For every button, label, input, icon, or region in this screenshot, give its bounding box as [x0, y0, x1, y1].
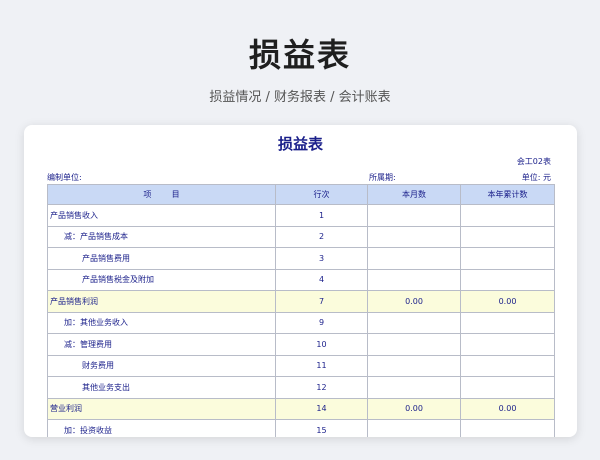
row-item: 产品销售税金及附加: [47, 268, 276, 291]
row-line: 4: [275, 268, 368, 291]
row-month: [367, 268, 461, 291]
unit-label: 单位: 元: [521, 173, 551, 182]
table-row-subtotal: 产品销售利润 7 0.00 0.00: [47, 290, 555, 313]
column-header-ytd: 本年累计数: [460, 184, 555, 205]
report-card: 损益表 会工02表 编制单位: 所属期: 单位: 元 项 目 行次 本月数 本年…: [24, 125, 577, 437]
row-line: 9: [275, 311, 368, 334]
row-ytd: [460, 376, 555, 399]
page-title: 损益表: [248, 36, 351, 74]
row-line: 11: [275, 354, 368, 377]
row-line: 12: [275, 376, 368, 399]
row-line: 3: [275, 247, 368, 270]
income-statement-table: 项 目 行次 本月数 本年累计数 产品销售收入 1 减：产品销售成本 2 产品销…: [47, 184, 555, 437]
row-item: 产品销售收入: [47, 204, 276, 227]
table-row: 减：产品销售成本 2: [47, 225, 555, 248]
row-line: 1: [275, 204, 368, 227]
row-item: 其他业务支出: [47, 376, 276, 399]
table-row: 产品销售收入 1: [47, 204, 555, 227]
row-item: 产品销售利润: [47, 290, 276, 313]
table-row: 产品销售税金及附加 4: [47, 268, 555, 291]
form-code: 会工02表: [516, 157, 551, 166]
row-ytd: [460, 268, 555, 291]
prepared-by-label: 编制单位:: [47, 173, 82, 182]
row-month: [367, 354, 461, 377]
table-row: 加：其他业务收入 9: [47, 311, 555, 334]
row-item: 减：产品销售成本: [47, 225, 276, 248]
table-row-subtotal: 营业利润 14 0.00 0.00: [47, 397, 555, 420]
row-month: [367, 247, 461, 270]
row-item: 产品销售费用: [47, 247, 276, 270]
row-ytd: [460, 204, 555, 227]
table-row: 减：管理费用 10: [47, 333, 555, 356]
table-row: 财务费用 11: [47, 354, 555, 377]
column-header-month: 本月数: [367, 184, 461, 205]
row-line: 7: [275, 290, 368, 313]
row-month: 0.00: [367, 397, 461, 420]
row-ytd: 0.00: [460, 290, 555, 313]
row-month: 0.00: [367, 290, 461, 313]
row-line: 2: [275, 225, 368, 248]
row-ytd: [460, 354, 555, 377]
row-month: [367, 419, 461, 437]
row-ytd: [460, 247, 555, 270]
row-line: 10: [275, 333, 368, 356]
row-line: 14: [275, 397, 368, 420]
period-label: 所属期:: [369, 173, 396, 182]
row-month: [367, 204, 461, 227]
column-header-line: 行次: [275, 184, 368, 205]
row-item: 加：其他业务收入: [47, 311, 276, 334]
row-line: 15: [275, 419, 368, 437]
row-month: [367, 333, 461, 356]
row-ytd: [460, 311, 555, 334]
row-item: 财务费用: [47, 354, 276, 377]
row-item: 加：投资收益: [47, 419, 276, 437]
table-header-row: 项 目 行次 本月数 本年累计数: [47, 184, 555, 205]
row-month: [367, 225, 461, 248]
row-item: 减：管理费用: [47, 333, 276, 356]
row-ytd: [460, 419, 555, 437]
page-subtitle: 损益情况 / 财务报表 / 会计账表: [209, 90, 391, 105]
row-ytd: [460, 333, 555, 356]
table-row: 其他业务支出 12: [47, 376, 555, 399]
row-month: [367, 311, 461, 334]
column-header-item: 项 目: [47, 184, 276, 205]
row-ytd: 0.00: [460, 397, 555, 420]
report-title: 损益表: [277, 135, 323, 153]
table-row: 产品销售费用 3: [47, 247, 555, 270]
table-row: 加：投资收益 15: [47, 419, 555, 437]
row-item: 营业利润: [47, 397, 276, 420]
row-month: [367, 376, 461, 399]
row-ytd: [460, 225, 555, 248]
